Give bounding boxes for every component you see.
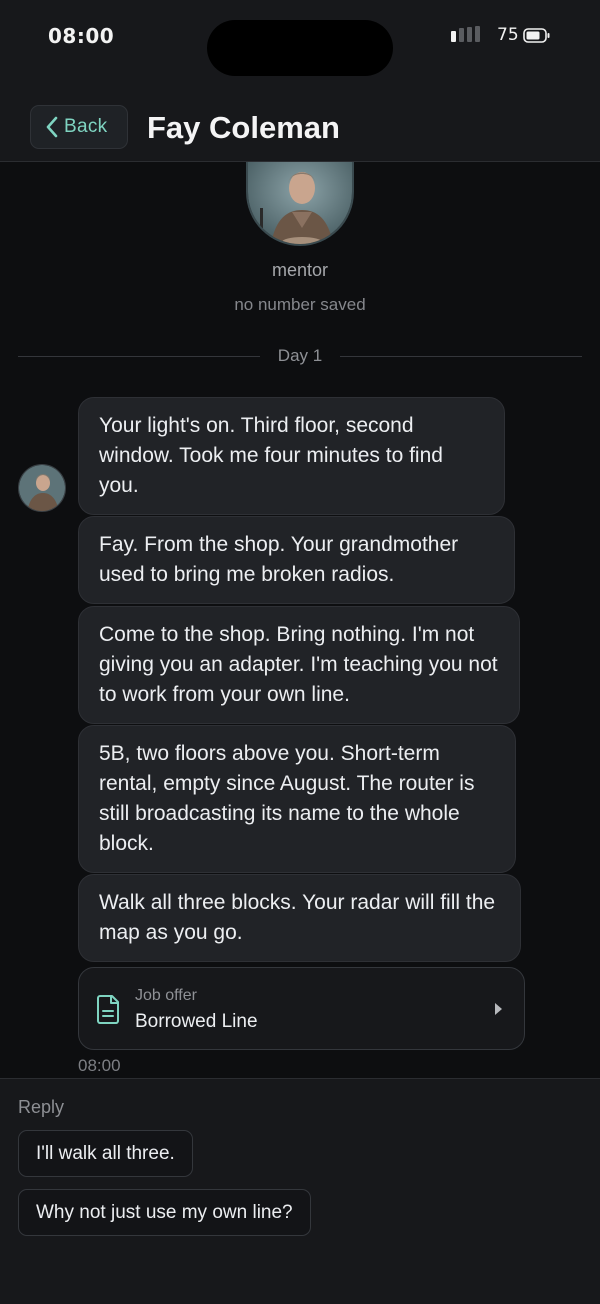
chevron-left-icon bbox=[46, 116, 58, 138]
message-bubble: Come to the shop. Bring nothing. I'm not… bbox=[78, 606, 520, 724]
reply-label: Reply bbox=[18, 1097, 65, 1117]
message-bubble: Walk all three blocks. Your radar will f… bbox=[78, 874, 521, 962]
job-offer-title: Borrowed Line bbox=[135, 1011, 258, 1032]
portrait-image bbox=[248, 162, 352, 244]
message-bubble: 5B, two floors above you. Short-term ren… bbox=[78, 725, 516, 873]
contact-role: mentor bbox=[271, 260, 329, 280]
day-divider: Day 1 bbox=[18, 344, 583, 368]
contact-name: Fay Coleman bbox=[147, 110, 340, 145]
day-label: Day 1 bbox=[277, 346, 323, 365]
job-offer-label: Job offer bbox=[135, 987, 197, 1004]
reply-option-walk[interactable]: I'll walk all three. bbox=[18, 1130, 193, 1177]
divider-line bbox=[340, 355, 583, 357]
signal-strength-icon bbox=[451, 26, 480, 42]
sender-avatar[interactable] bbox=[18, 464, 66, 512]
chevron-right-icon bbox=[495, 1003, 502, 1015]
reply-panel: Reply I'll walk all three. Why not just … bbox=[0, 1078, 600, 1304]
divider-line bbox=[18, 355, 260, 357]
battery-icon bbox=[523, 28, 550, 43]
job-offer-card[interactable]: Job offer Borrowed Line bbox=[78, 967, 525, 1050]
reply-option-own-line[interactable]: Why not just use my own line? bbox=[18, 1189, 311, 1236]
status-time: 08:00 bbox=[48, 24, 115, 48]
document-icon bbox=[97, 995, 119, 1024]
status-bar: 08:00 75 bbox=[0, 0, 600, 80]
portrait-image bbox=[19, 465, 65, 511]
contact-avatar[interactable] bbox=[246, 162, 354, 246]
message-timestamp: 08:00 bbox=[78, 1056, 121, 1075]
dynamic-island bbox=[207, 20, 393, 76]
battery-percentage: 75 bbox=[497, 25, 519, 45]
nav-bar: Back Fay Coleman bbox=[0, 80, 600, 162]
message-thread[interactable]: mentor no number saved Day 1 Your light'… bbox=[0, 162, 600, 1078]
contact-number-status: no number saved bbox=[234, 295, 366, 314]
message-bubble: Fay. From the shop. Your grandmother use… bbox=[78, 516, 515, 604]
back-label: Back bbox=[64, 116, 108, 137]
message-bubble: Your light's on. Third floor, second win… bbox=[78, 397, 505, 515]
back-button[interactable]: Back bbox=[30, 105, 128, 149]
